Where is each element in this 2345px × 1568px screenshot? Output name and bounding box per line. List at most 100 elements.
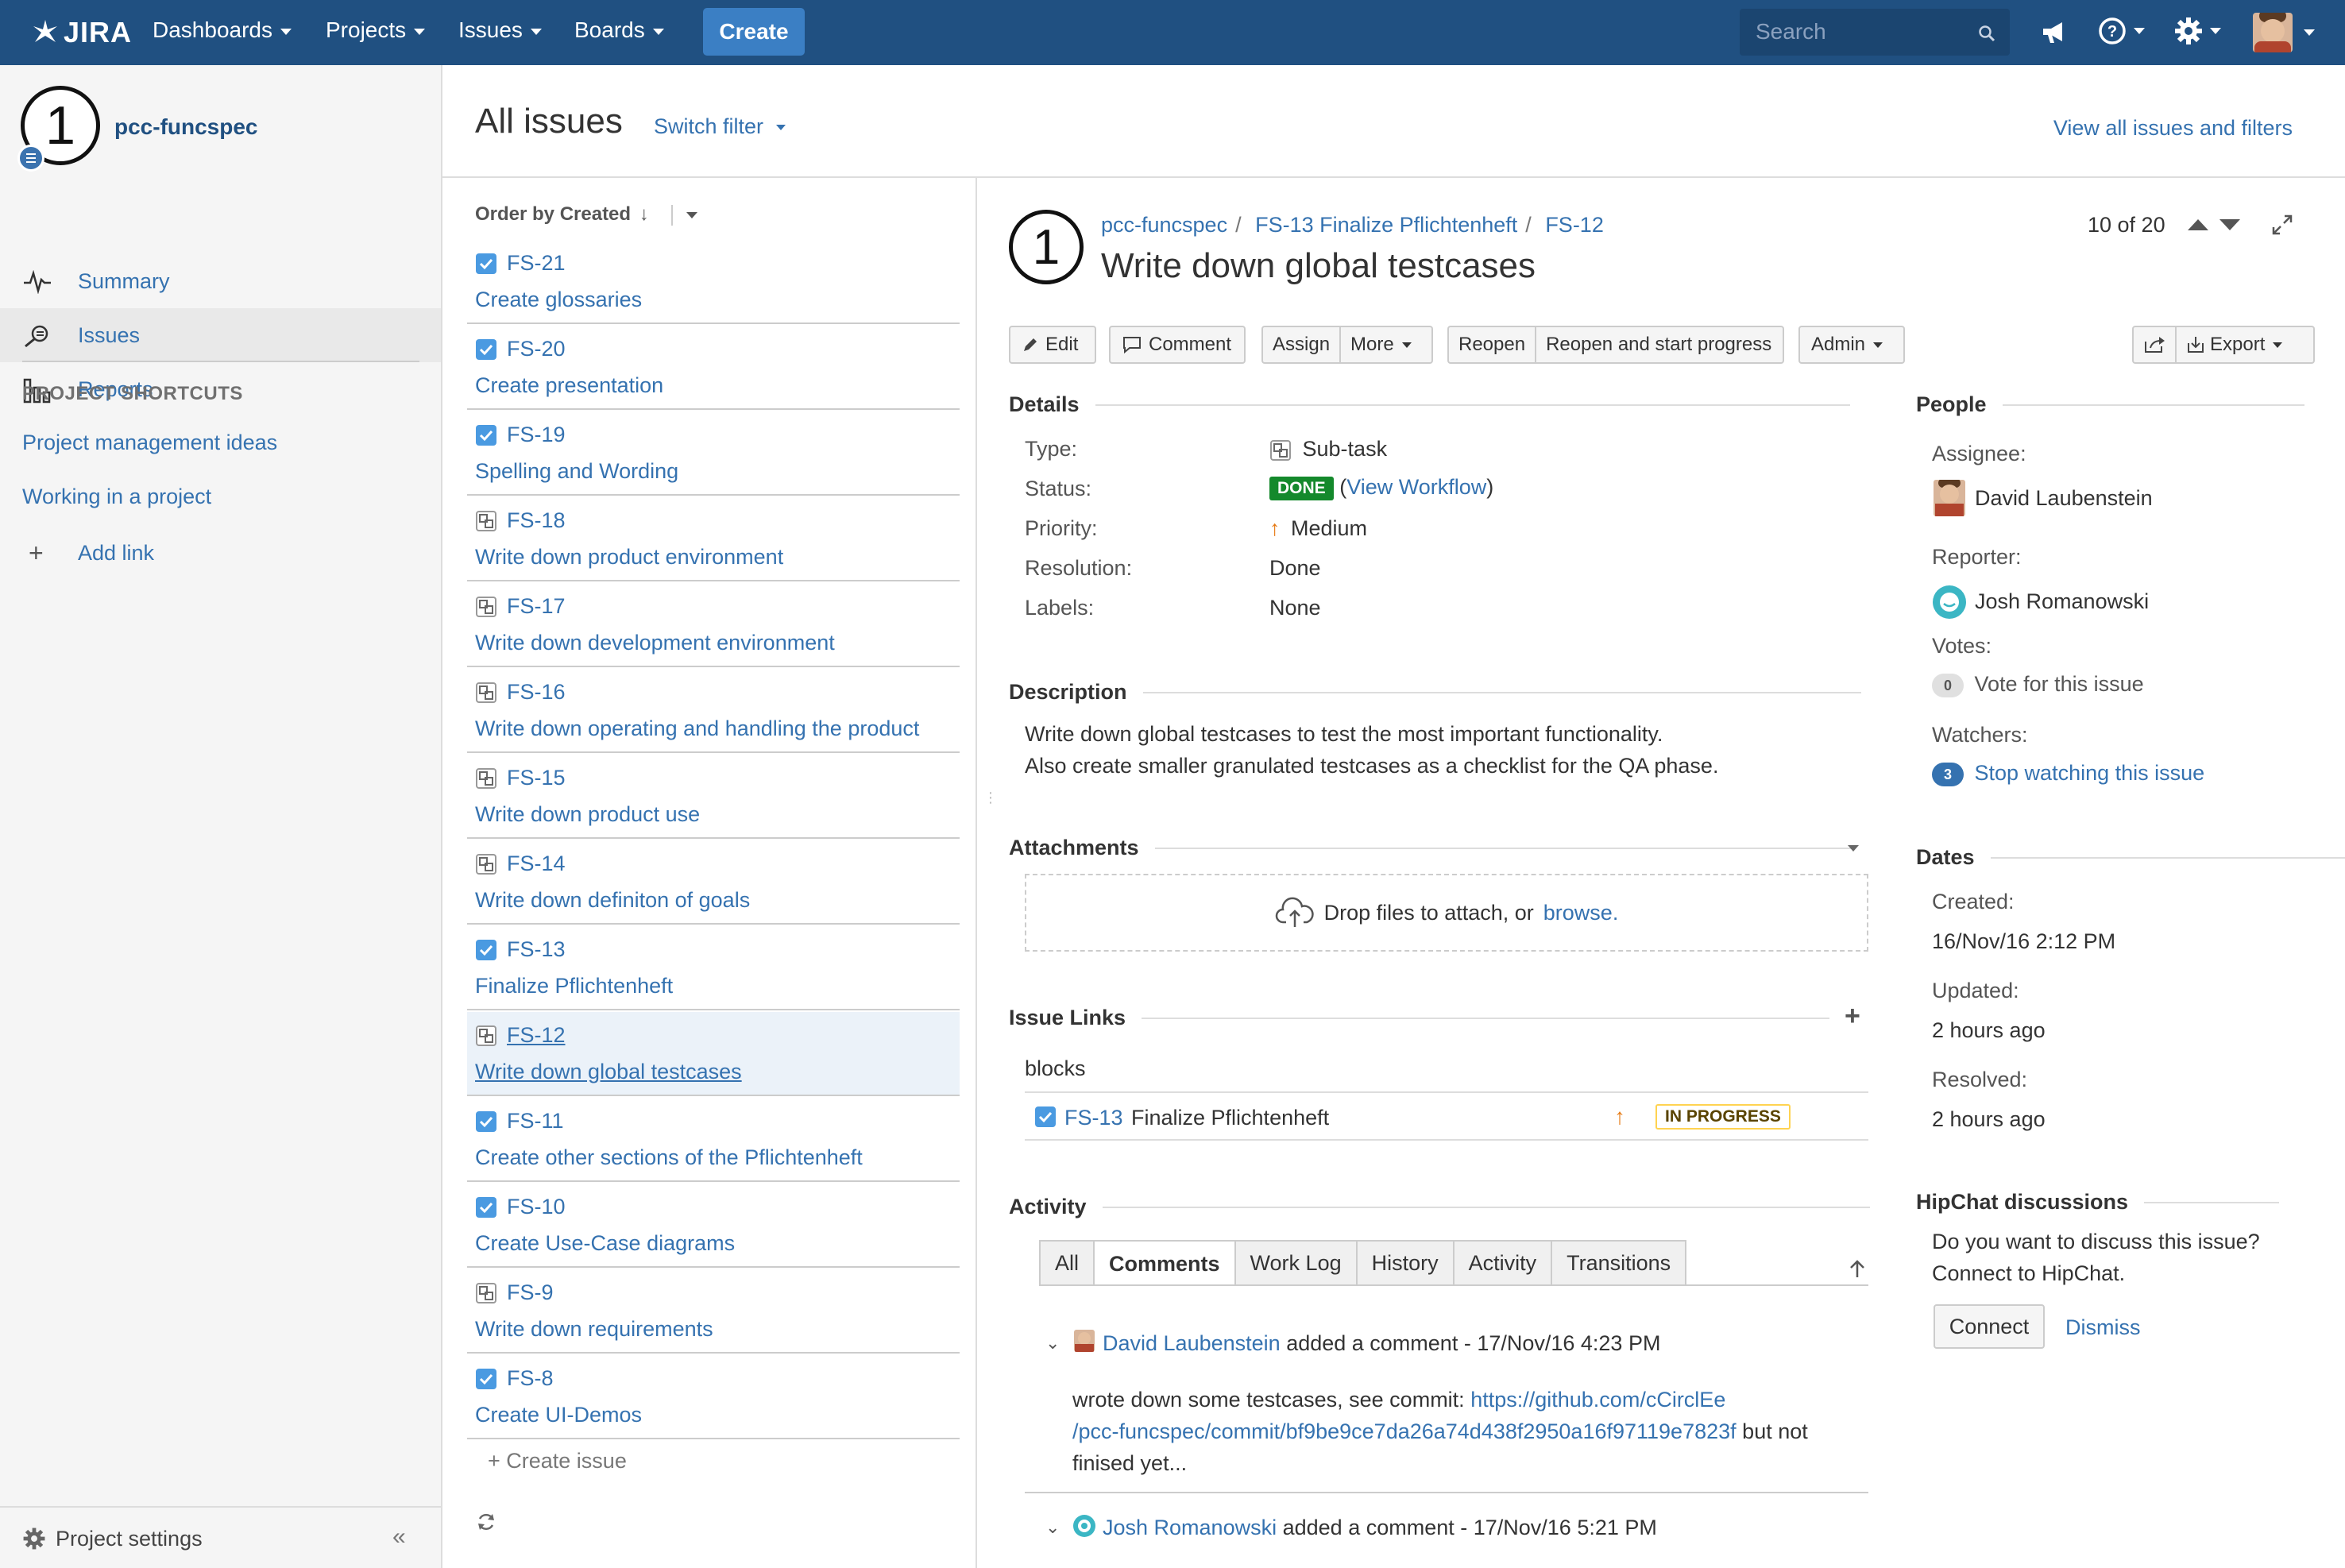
assign-button[interactable]: Assign <box>1263 327 1339 362</box>
dismiss-link[interactable]: Dismiss <box>2065 1315 2141 1340</box>
add-link-plus-icon[interactable]: + <box>1845 1001 1860 1032</box>
list-item[interactable]: FS-18 Write down product environment <box>467 497 960 581</box>
sort-ascending-icon[interactable] <box>1848 1258 1867 1279</box>
issue-summary[interactable]: Write down development environment <box>475 631 835 655</box>
jira-logo[interactable]: JIRA <box>32 14 132 51</box>
issue-key[interactable]: FS-10 <box>507 1195 566 1219</box>
commit-link[interactable]: https://github.com/cCirclEe <box>1470 1388 1725 1412</box>
switch-filter-button[interactable]: Switch filter <box>654 114 786 139</box>
issue-key[interactable]: FS-17 <box>507 594 566 619</box>
issue-key[interactable]: FS-19 <box>507 423 566 447</box>
issue-key[interactable]: FS-11 <box>507 1109 564 1134</box>
tab-history[interactable]: History <box>1355 1240 1455 1284</box>
refresh-icon[interactable] <box>475 1511 497 1533</box>
expand-icon[interactable] <box>2270 213 2294 237</box>
stop-watching-link[interactable]: Stop watching this issue <box>1975 761 2205 785</box>
list-item[interactable]: FS-16 Write down operating and handling t… <box>467 669 960 753</box>
list-item[interactable]: FS-21 Create glossaries <box>467 240 960 324</box>
list-item[interactable]: FS-15 Write down product use <box>467 755 960 839</box>
sidebar-item-summary[interactable]: Summary <box>0 254 441 308</box>
issue-summary[interactable]: Create UI-Demos <box>475 1403 642 1427</box>
project-name[interactable]: pcc-funcspec <box>114 114 258 140</box>
comment-author[interactable]: David Laubenstein <box>1103 1331 1281 1355</box>
issue-key[interactable]: FS-14 <box>507 852 566 876</box>
browse-link[interactable]: browse. <box>1543 901 1619 925</box>
assignee-name[interactable]: David Laubenstein <box>1975 486 2153 511</box>
breadcrumb-parent[interactable]: FS-13 Finalize Pflichtenheft <box>1255 213 1517 237</box>
issue-summary[interactable]: Write down global testcases <box>475 1060 742 1084</box>
help-menu[interactable]: ? <box>2097 16 2145 46</box>
linked-issue-key[interactable]: FS-13 <box>1064 1106 1123 1130</box>
attachment-dropzone[interactable]: Drop files to attach, or browse. <box>1025 874 1868 952</box>
tab-activity[interactable]: Activity <box>1452 1240 1553 1284</box>
create-issue-link[interactable]: + Create issue <box>488 1449 627 1473</box>
list-item[interactable]: FS-10 Create Use-Case diagrams <box>467 1184 960 1268</box>
comment-button[interactable]: Comment <box>1109 326 1246 364</box>
reopen-button[interactable]: Reopen <box>1449 327 1535 362</box>
nav-issues[interactable]: Issues <box>458 17 542 43</box>
issue-key[interactable]: FS-15 <box>507 766 566 790</box>
issue-summary[interactable]: Write down definiton of goals <box>475 888 750 913</box>
list-item[interactable]: FS-11 Create other sections of the Pflich… <box>467 1098 960 1182</box>
create-button[interactable]: Create <box>703 8 805 56</box>
reporter-name[interactable]: Josh Romanowski <box>1975 589 2149 614</box>
list-item[interactable]: FS-20 Create presentation <box>467 326 960 410</box>
list-item[interactable]: FS-8 Create UI-Demos <box>467 1355 960 1439</box>
breadcrumb-issue[interactable]: FS-12 <box>1545 213 1604 237</box>
issue-key[interactable]: FS-12 <box>507 1023 566 1048</box>
more-button[interactable]: More <box>1339 327 1421 362</box>
tab-work-log[interactable]: Work Log <box>1234 1240 1358 1284</box>
order-by-button[interactable]: Order by Created ↓ <box>475 203 698 226</box>
list-item[interactable]: FS-13 Finalize Pflichtenheft <box>467 926 960 1010</box>
connect-button[interactable]: Connect <box>1934 1304 2045 1349</box>
view-all-issues-link[interactable]: View all issues and filters <box>2053 116 2293 141</box>
shortcut-project-management-ideas[interactable]: Project management ideas <box>22 431 277 455</box>
list-item[interactable]: FS-12 Write down global testcases <box>467 1012 960 1096</box>
megaphone-icon[interactable] <box>2040 17 2069 46</box>
issue-key[interactable]: FS-18 <box>507 508 566 533</box>
tab-transitions[interactable]: Transitions <box>1551 1240 1687 1284</box>
issue-summary[interactable]: Write down requirements <box>475 1317 713 1342</box>
edit-button[interactable]: Edit <box>1009 326 1096 364</box>
chevron-down-icon[interactable] <box>686 211 698 218</box>
previous-issue-icon[interactable] <box>2186 216 2210 234</box>
user-avatar[interactable] <box>2253 13 2293 52</box>
issue-key[interactable]: FS-9 <box>507 1280 554 1305</box>
resize-handle[interactable]: ⋮ <box>983 790 998 805</box>
sidebar-item-issues[interactable]: Issues <box>0 308 441 362</box>
issue-summary[interactable]: Create other sections of the Pflichtenhe… <box>475 1145 863 1170</box>
issue-key[interactable]: FS-13 <box>507 937 566 962</box>
collapse-comment-icon[interactable]: ⌄ <box>1045 1517 1060 1538</box>
issue-key[interactable]: FS-20 <box>507 337 566 361</box>
linked-issue-row[interactable]: FS-13 Finalize Pflichtenheft ↑ IN PROGRE… <box>1025 1099 1868 1139</box>
tab-comments[interactable]: Comments <box>1093 1240 1236 1286</box>
issue-summary[interactable]: Write down operating and handling the pr… <box>475 716 919 741</box>
list-item[interactable]: FS-17 Write down development environment <box>467 583 960 667</box>
collapse-sidebar-icon[interactable]: « <box>392 1524 406 1551</box>
search-input[interactable]: Search <box>1740 9 2010 56</box>
issue-key[interactable]: FS-21 <box>507 251 566 276</box>
reopen-start-progress-button[interactable]: Reopen and start progress <box>1535 327 1781 362</box>
issue-key[interactable]: FS-8 <box>507 1366 554 1391</box>
view-workflow-link[interactable]: View Workflow <box>1346 475 1486 499</box>
export-button[interactable]: Export <box>2175 327 2292 362</box>
issue-key[interactable]: FS-16 <box>507 680 566 705</box>
list-item[interactable]: FS-19 Spelling and Wording <box>467 411 960 496</box>
nav-boards[interactable]: Boards <box>574 17 664 43</box>
issue-summary[interactable]: Finalize Pflichtenheft <box>475 974 673 998</box>
settings-menu[interactable] <box>2173 16 2221 46</box>
tab-all[interactable]: All <box>1039 1240 1095 1284</box>
collapse-comment-icon[interactable]: ⌄ <box>1045 1333 1060 1354</box>
nav-projects[interactable]: Projects <box>326 17 426 43</box>
next-issue-icon[interactable] <box>2218 216 2242 234</box>
vote-link[interactable]: Vote for this issue <box>1975 672 2144 696</box>
list-item[interactable]: FS-9 Write down requirements <box>467 1269 960 1354</box>
issue-summary[interactable]: Write down product environment <box>475 545 783 570</box>
attachments-options-icon[interactable] <box>1848 845 1859 852</box>
breadcrumb-project[interactable]: pcc-funcspec <box>1101 213 1227 237</box>
add-link-button[interactable]: + Add link <box>22 539 154 568</box>
shortcut-working-in-a-project[interactable]: Working in a project <box>22 485 211 509</box>
comment-author[interactable]: Josh Romanowski <box>1103 1516 1277 1539</box>
issue-summary[interactable]: Create glossaries <box>475 288 642 312</box>
nav-dashboards[interactable]: Dashboards <box>153 17 292 43</box>
